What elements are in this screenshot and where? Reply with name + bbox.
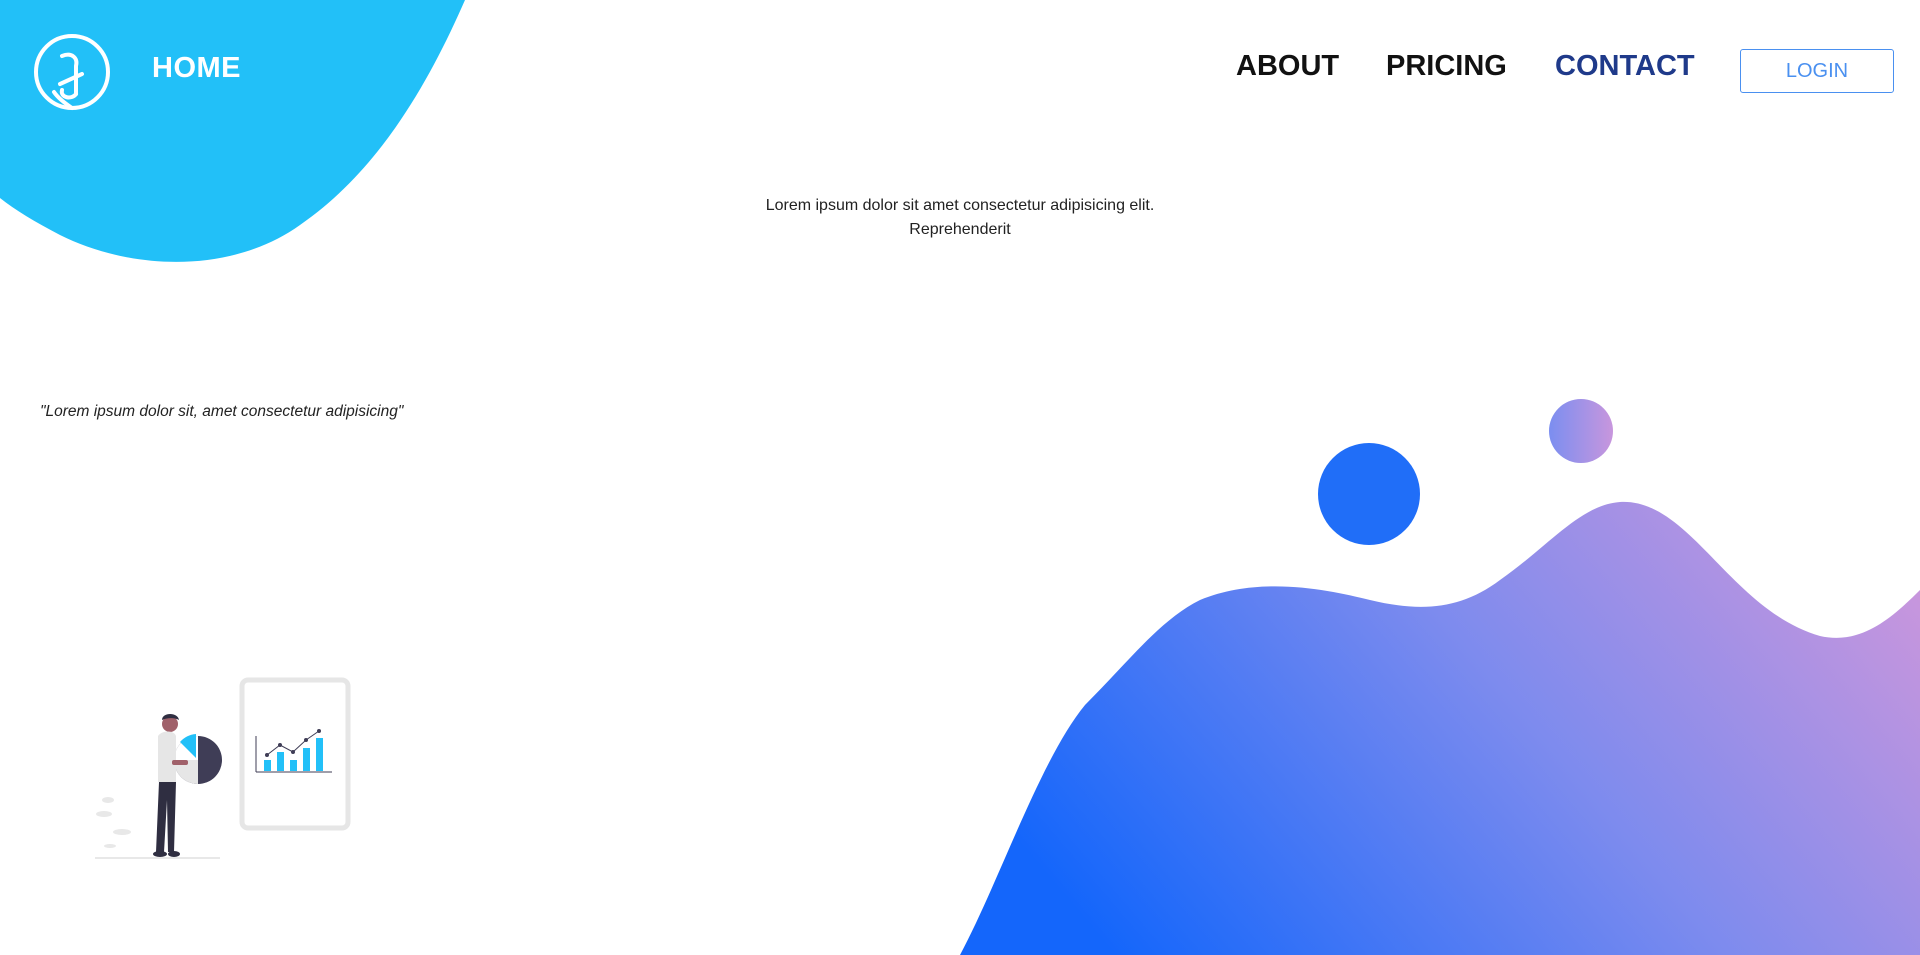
nav-pricing-link[interactable]: PRICING xyxy=(1386,50,1507,83)
nav-home-link[interactable]: HOME xyxy=(152,52,241,85)
analytics-illustration xyxy=(95,677,351,859)
logo-icon[interactable] xyxy=(32,32,112,112)
decorative-blue-circle xyxy=(1318,443,1420,545)
login-button[interactable]: LOGIN xyxy=(1740,49,1894,93)
nav-about-link[interactable]: ABOUT xyxy=(1236,50,1339,83)
nav-contact-link[interactable]: CONTACT xyxy=(1555,50,1695,83)
quote-text: "Lorem ipsum dolor sit, amet consectetur… xyxy=(40,403,404,420)
decorative-gradient-circle xyxy=(1549,399,1613,463)
landing-page: HOME ABOUT PRICING CONTACT LOGIN Lorem i… xyxy=(0,0,1920,955)
hero-description: Lorem ipsum dolor sit amet consectetur a… xyxy=(765,197,1155,238)
